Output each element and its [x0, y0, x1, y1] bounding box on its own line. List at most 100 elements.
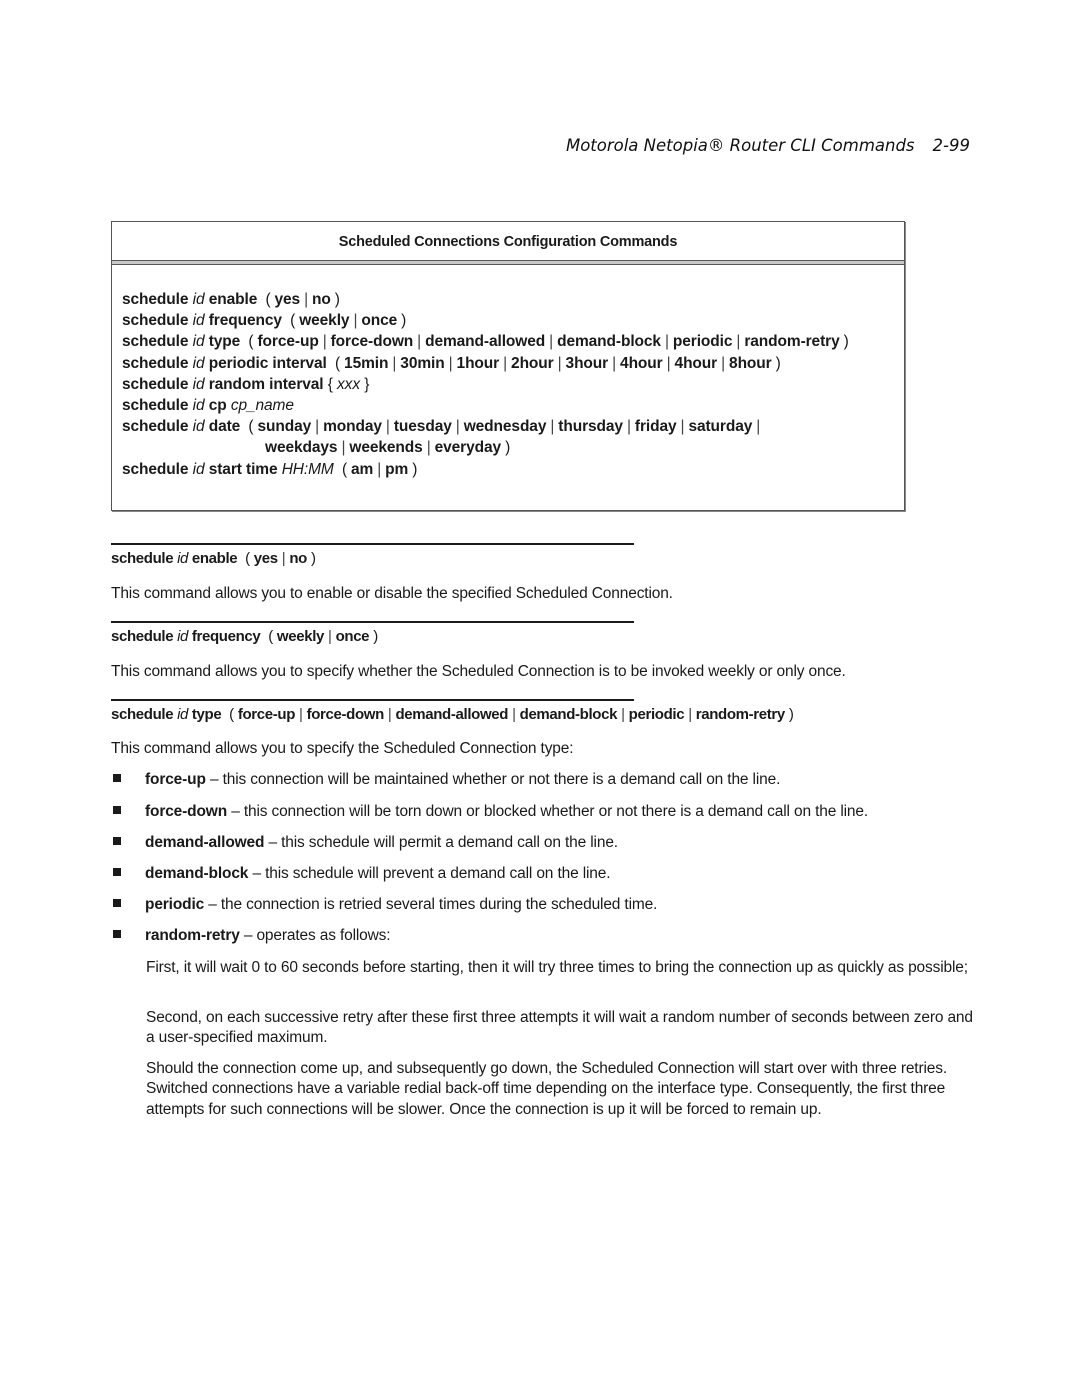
random-retry-paragraph: Second, on each successive retry after t… — [146, 1009, 973, 1047]
bullet-text: – operates as follows: — [239, 927, 391, 944]
separator: | — [680, 418, 685, 436]
separator: | — [621, 706, 625, 723]
bullet-square-icon — [113, 899, 121, 907]
option: wednesday — [463, 418, 547, 436]
option: once — [335, 628, 370, 645]
bullet-item: force-down – this connection will be tor… — [113, 803, 868, 821]
paren-close: ) — [412, 460, 418, 478]
bullet-item: periodic – the connection is retried sev… — [113, 896, 657, 914]
keyword: schedule — [111, 550, 174, 567]
option: no — [289, 550, 307, 567]
argument: id — [192, 375, 205, 393]
bullet-term: force-up — [145, 771, 206, 788]
bullet-text: – this connection will be torn down or b… — [227, 803, 869, 820]
option: demand-allowed — [425, 333, 546, 351]
separator: | — [353, 312, 358, 330]
syntax-periodic-interval: schedule id periodic interval (15min | 30m… — [122, 353, 894, 374]
option: 4hour — [674, 354, 718, 372]
option: yes — [253, 550, 278, 567]
option: once — [361, 312, 398, 330]
option: 3hour — [565, 354, 609, 372]
brace-open: { — [327, 375, 333, 393]
option: 4hour — [620, 354, 663, 372]
option: weekly — [276, 628, 325, 645]
separator: | — [664, 333, 669, 351]
argument: id — [192, 354, 205, 372]
option: 1hour — [456, 354, 500, 372]
syntax-cp: schedule id cp cp_name — [122, 395, 894, 416]
command-keyword: frequency — [208, 312, 282, 330]
separator: | — [328, 628, 332, 645]
syntax-enable: schedule id enable (yes | no) — [122, 289, 894, 310]
option: 2hour — [511, 354, 554, 372]
command-keyword: type — [191, 706, 222, 723]
section-rule — [111, 621, 634, 623]
separator: | — [304, 291, 309, 308]
section-heading-enable: schedule id enable (yes | no) — [111, 550, 320, 567]
bullet-square-icon — [113, 837, 121, 845]
command-keyword: type — [208, 333, 241, 351]
syntax-start-time: schedule id start time HH:MM (am | pm) — [122, 459, 894, 480]
command-keyword: start time — [208, 460, 278, 478]
option: no — [312, 291, 331, 308]
description-enable: This command allows you to enable or dis… — [111, 585, 673, 602]
syntax-random-interval: schedule id random interval { xxx } — [122, 374, 894, 395]
option: thursday — [558, 418, 623, 436]
separator: | — [341, 439, 346, 457]
separator: | — [666, 354, 671, 372]
command-summary-box: Scheduled Connections Configuration Comm… — [111, 221, 905, 511]
option: random-retry — [744, 333, 840, 351]
option: 15min — [344, 354, 389, 372]
option: monday — [323, 418, 382, 436]
placeholder-value: cp_name — [230, 397, 294, 415]
option: periodic — [672, 333, 733, 351]
separator: | — [322, 333, 327, 351]
command-keyword: periodic interval — [208, 354, 327, 372]
bullet-square-icon — [113, 868, 121, 876]
argument: id — [192, 312, 205, 330]
argument: id — [192, 418, 205, 436]
option: demand-block — [557, 333, 661, 351]
paren-open: ( — [248, 333, 254, 351]
separator: | — [281, 550, 286, 567]
section-rule — [111, 699, 634, 701]
syntax-type: schedule id type (force-up | force-down | de… — [122, 331, 894, 352]
bullet-text: – this schedule will permit a demand cal… — [264, 834, 619, 851]
separator: | — [626, 418, 631, 436]
paren-close: ) — [505, 439, 511, 457]
keyword: schedule — [122, 418, 189, 436]
keyword: schedule — [111, 706, 174, 723]
argument: id — [177, 550, 189, 567]
bullet-item: demand-allowed – this schedule will perm… — [113, 834, 618, 852]
keyword: schedule — [122, 291, 189, 308]
section-heading-frequency: schedule id frequency (weekly | once) — [111, 628, 382, 645]
argument: id — [192, 291, 205, 308]
option: tuesday — [393, 418, 452, 436]
paren-open: ( — [290, 312, 296, 330]
separator: | — [426, 439, 431, 457]
separator: | — [688, 706, 692, 723]
separator: | — [512, 706, 516, 723]
separator: | — [448, 354, 453, 372]
option: am — [351, 460, 374, 478]
paren-open: ( — [229, 706, 234, 723]
paren-close: ) — [401, 312, 407, 330]
separator: | — [417, 333, 422, 351]
separator: | — [721, 354, 726, 372]
separator: | — [550, 418, 555, 436]
argument: id — [192, 397, 205, 415]
bullet-term: force-down — [145, 803, 228, 820]
bullet-square-icon — [113, 930, 121, 938]
argument: id — [192, 460, 205, 478]
separator: | — [385, 418, 390, 436]
bullet-item: force-up – this connection will be maint… — [113, 771, 780, 789]
separator: | — [557, 354, 562, 372]
description-frequency: This command allows you to specify wheth… — [111, 663, 846, 680]
option: weekly — [299, 312, 350, 330]
option: random-retry — [695, 706, 786, 723]
bullet-term: periodic — [145, 896, 205, 913]
command-keyword: date — [208, 418, 241, 436]
separator: | — [387, 706, 392, 723]
paren-open: ( — [245, 550, 250, 567]
option: weekdays — [265, 439, 338, 457]
